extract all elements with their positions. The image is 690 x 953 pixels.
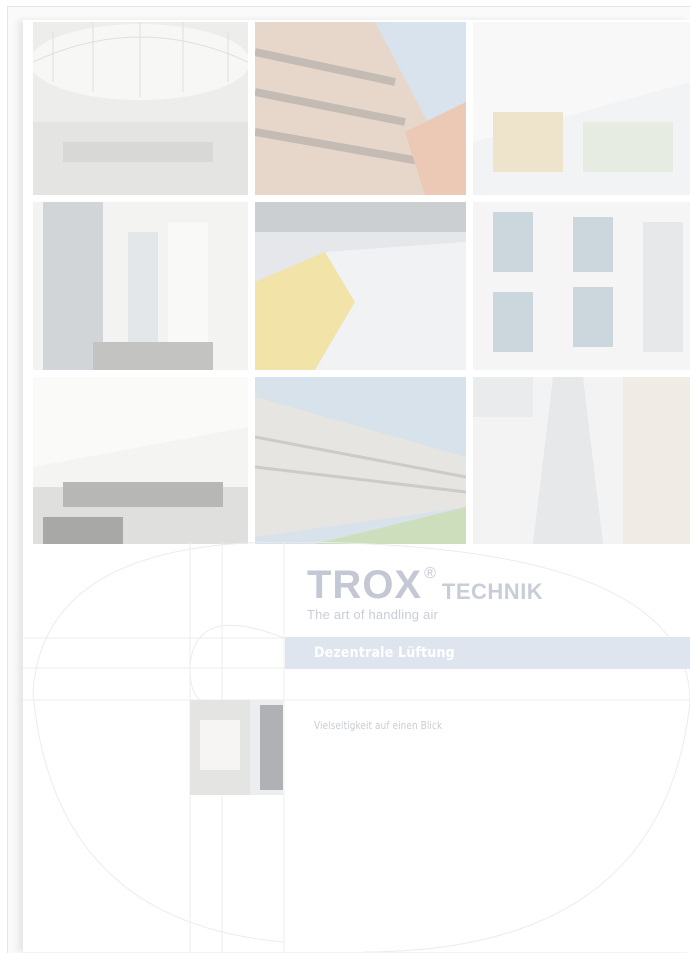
brand-block: TROX ® TECHNIK The art of handling air: [307, 565, 543, 622]
trox-logo: TROX ® TECHNIK: [307, 565, 543, 605]
photo-open-office: [33, 377, 248, 544]
brand-tagline: The art of handling air: [307, 607, 439, 622]
photo-yellow-ceiling: [255, 202, 466, 370]
photo-grid: [33, 22, 690, 544]
registered-mark: ®: [424, 565, 436, 582]
logo-wordmark: TROX: [307, 563, 423, 607]
document-title: Dezentrale Lüftung: [314, 645, 455, 661]
title-bar: Dezentrale Lüftung: [285, 637, 690, 669]
photo-facade-windows: [473, 202, 690, 370]
document-subtitle: Vielseitigkeit auf einen Blick: [314, 720, 443, 732]
photo-corridor-panels: [473, 377, 690, 544]
photo-room-windows: [33, 202, 248, 370]
photo-atrium-ceiling: [33, 22, 248, 195]
photo-classroom-wall: [473, 22, 690, 195]
logo-suffix: TECHNIK: [441, 579, 544, 604]
small-corridor-photo: [190, 700, 283, 795]
photo-building-courtyard: [255, 377, 466, 544]
photo-facade-sunshades: [255, 22, 466, 195]
brochure-cover: TROX ® TECHNIK The art of handling air D…: [23, 20, 690, 952]
